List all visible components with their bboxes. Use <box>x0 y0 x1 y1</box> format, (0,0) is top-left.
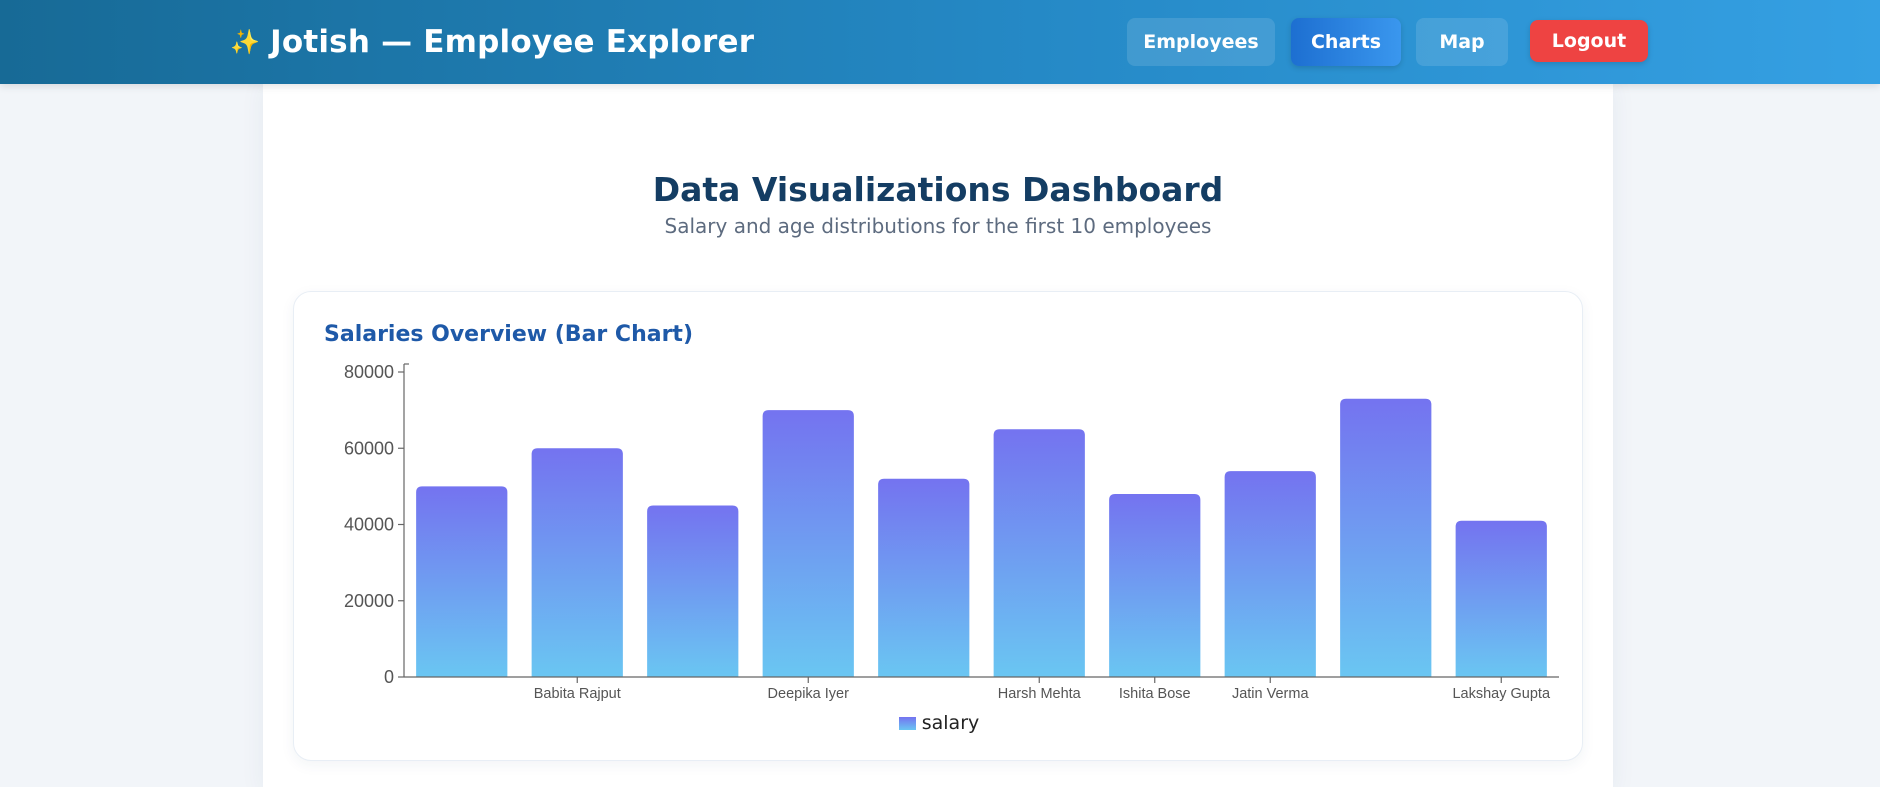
bar-9 <box>1455 520 1547 677</box>
nav-employees-button[interactable]: Employees <box>1127 18 1275 66</box>
x-tick-label-7: Jatin Verma <box>1232 686 1309 702</box>
x-tick-label-1: Babita Rajput <box>534 686 621 702</box>
legend-label-salary: salary <box>921 712 980 734</box>
y-tick-label-0: 0 <box>384 667 394 687</box>
bar-7 <box>1224 471 1316 677</box>
main-panel: Data Visualizations Dashboard Salary and… <box>263 84 1613 787</box>
x-tick-label-9: Lakshay Gupta <box>1452 686 1550 702</box>
x-tick-label-6: Ishita Bose <box>1119 686 1191 702</box>
bar-3 <box>762 410 854 677</box>
logout-button[interactable]: Logout <box>1530 20 1648 62</box>
bar-2 <box>647 505 739 677</box>
bar-6 <box>1109 494 1201 677</box>
bar-0 <box>416 486 508 677</box>
x-tick-label-3: Deepika Iyer <box>768 686 850 702</box>
salary-chart-card: Salaries Overview (Bar Chart) 0 20000 4000… <box>293 291 1583 761</box>
nav-charts-button[interactable]: Charts <box>1291 18 1401 66</box>
top-navbar: ✨ Jotish — Employee Explorer Employees C… <box>0 0 1880 84</box>
bar-5 <box>993 429 1085 677</box>
y-tick-label-1: 20000 <box>344 591 394 611</box>
bar-8 <box>1340 398 1432 677</box>
app-brand: ✨ Jotish — Employee Explorer <box>230 22 754 62</box>
sparkle-icon: ✨ <box>230 28 261 56</box>
y-tick-label-4: 80000 <box>344 362 394 382</box>
bar-1 <box>531 448 623 677</box>
y-tick-label-2: 40000 <box>344 515 394 535</box>
page-subtitle: Salary and age distributions for the fir… <box>664 214 1212 238</box>
salary-bar-chart: 0 20000 40000 60000 80000 Babita Rajput Deepik… <box>344 362 1559 702</box>
x-tick-label-5: Harsh Mehta <box>998 686 1082 702</box>
y-tick-label-3: 60000 <box>344 438 394 458</box>
chart-legend[interactable]: salary <box>294 712 1584 734</box>
app-title: Jotish — Employee Explorer <box>270 24 755 60</box>
page-title: Data Visualizations Dashboard <box>652 170 1224 209</box>
bar-4 <box>878 478 970 677</box>
nav-map-button[interactable]: Map <box>1416 18 1508 66</box>
legend-swatch-salary <box>898 716 916 730</box>
